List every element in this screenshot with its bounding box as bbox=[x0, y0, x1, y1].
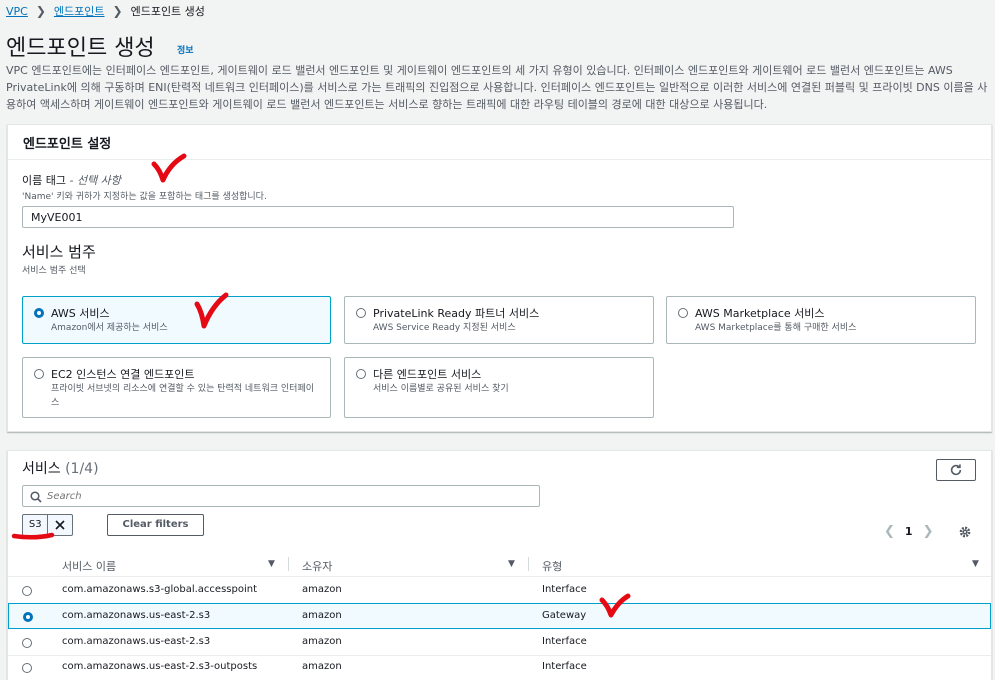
previous-page-icon[interactable]: ❮ bbox=[884, 524, 895, 539]
sort-down-icon[interactable]: ▼ bbox=[508, 559, 515, 569]
category-aws-marketplace[interactable]: AWS Marketplace 서비스 AWS Marketplace를 통해 … bbox=[666, 296, 976, 344]
radio-button[interactable] bbox=[34, 369, 44, 379]
cell-owner: amazon bbox=[302, 610, 342, 621]
cell-type: Interface bbox=[542, 584, 587, 595]
service-category-label: 서비스 범주 bbox=[22, 243, 96, 261]
row-radio[interactable] bbox=[22, 663, 32, 673]
radio-button[interactable] bbox=[34, 308, 44, 318]
radio-button[interactable] bbox=[678, 308, 688, 318]
table-row-selected[interactable]: com.amazonaws.us-east-2.s3 amazon Gatewa… bbox=[8, 603, 991, 629]
cell-service-name: com.amazonaws.us-east-2.s3-outposts bbox=[62, 661, 258, 672]
info-link[interactable]: 정보 bbox=[177, 43, 194, 56]
cell-type: Interface bbox=[542, 636, 587, 647]
sort-down-icon[interactable]: ▼ bbox=[268, 559, 275, 569]
column-divider[interactable] bbox=[528, 557, 529, 571]
service-category-hint: 서비스 범주 선택 bbox=[22, 266, 86, 276]
table-header: 서비스 이름 ▼ 소유자 ▼ 유형 ▼ bbox=[8, 553, 991, 577]
remove-filter-button[interactable] bbox=[48, 515, 72, 535]
page-title: 엔드포인트 생성 bbox=[6, 36, 155, 61]
table-row[interactable]: com.amazonaws.us-east-2.s3-outposts amaz… bbox=[8, 655, 991, 680]
cell-service-name: com.amazonaws.us-east-2.s3 bbox=[62, 636, 211, 647]
table-settings-button[interactable] bbox=[958, 524, 972, 543]
category-ec2-instance-connect[interactable]: EC2 인스턴스 연결 엔드포인트 프라이빗 서브넷의 리소스에 연결할 수 있… bbox=[22, 357, 331, 418]
services-title-text: 서비스 bbox=[22, 461, 61, 477]
name-tag-label: 이름 태그 - 선택 사항 bbox=[22, 172, 121, 188]
search-bar[interactable] bbox=[22, 485, 540, 507]
page-description: VPC 엔드포인트에는 인터페이스 엔드포인트, 게이트웨이 로드 밸런서 엔드… bbox=[6, 64, 988, 111]
radio-button[interactable] bbox=[356, 308, 366, 318]
tile-title: 다른 엔드포인트 서비스 bbox=[373, 368, 482, 381]
column-header-type[interactable]: 유형 bbox=[542, 558, 562, 574]
pagination: ❮ 1 ❯ bbox=[884, 524, 933, 539]
tile-title: EC2 인스턴스 연결 엔드포인트 bbox=[51, 368, 195, 381]
row-radio[interactable] bbox=[22, 586, 32, 596]
tile-description: 프라이빗 서브넷의 리소스에 연결할 수 있는 탄력적 네트워크 인터페이스 bbox=[51, 384, 315, 408]
tile-description: Amazon에서 제공하는 서비스 bbox=[51, 323, 168, 333]
chevron-right-icon: ❯ bbox=[35, 4, 46, 18]
category-aws-services[interactable]: AWS 서비스 Amazon에서 제공하는 서비스 bbox=[22, 296, 331, 344]
tile-title: AWS 서비스 bbox=[51, 307, 110, 320]
tile-title: AWS Marketplace 서비스 bbox=[695, 307, 825, 320]
chevron-right-icon: ❯ bbox=[112, 4, 123, 18]
page-number[interactable]: 1 bbox=[905, 525, 913, 538]
tile-description: AWS Marketplace를 통해 구매한 서비스 bbox=[695, 323, 857, 333]
cell-service-name: com.amazonaws.us-east-2.s3 bbox=[62, 610, 211, 621]
column-header-owner[interactable]: 소유자 bbox=[302, 558, 332, 574]
cell-owner: amazon bbox=[302, 661, 342, 672]
breadcrumb: VPC ❯ 엔드포인트 ❯ 엔드포인트 생성 bbox=[6, 3, 205, 19]
services-title: 서비스 (1/4) bbox=[22, 458, 99, 478]
category-privatelink-partner[interactable]: PrivateLink Ready 파트너 서비스 AWS Service Re… bbox=[344, 296, 654, 344]
cell-type: Interface bbox=[542, 661, 587, 672]
search-input[interactable] bbox=[47, 488, 527, 504]
close-icon bbox=[55, 520, 65, 530]
tile-title: PrivateLink Ready 파트너 서비스 bbox=[373, 307, 540, 320]
next-page-icon[interactable]: ❯ bbox=[923, 524, 934, 539]
table-row[interactable]: com.amazonaws.us-east-2.s3 amazon Interf… bbox=[8, 630, 991, 656]
cell-owner: amazon bbox=[302, 636, 342, 647]
services-count: (1/4) bbox=[65, 461, 99, 477]
breadcrumb-endpoints-link[interactable]: 엔드포인트 bbox=[54, 3, 105, 19]
row-radio[interactable] bbox=[23, 612, 33, 622]
panel-title: 엔드포인트 설정 bbox=[23, 137, 112, 152]
filter-token-label: S3 bbox=[23, 515, 49, 535]
name-tag-hint: 'Name' 키와 귀하가 지정하는 값을 포함하는 태그를 생성합니다. bbox=[22, 192, 267, 202]
category-other-endpoint-services[interactable]: 다른 엔드포인트 서비스 서비스 이름별로 공유된 서비스 찾기 bbox=[344, 357, 654, 418]
sort-down-icon[interactable]: ▼ bbox=[972, 559, 979, 569]
table-row[interactable]: com.amazonaws.s3-global.accesspoint amaz… bbox=[8, 578, 991, 604]
tile-description: AWS Service Ready 지정된 서비스 bbox=[373, 323, 516, 333]
cell-type: Gateway bbox=[542, 610, 587, 621]
cell-service-name: com.amazonaws.s3-global.accesspoint bbox=[62, 584, 257, 595]
optional-text: - 선택 사항 bbox=[65, 174, 121, 187]
clear-filters-button[interactable]: Clear filters bbox=[107, 514, 204, 536]
name-tag-input[interactable] bbox=[22, 206, 734, 228]
breadcrumb-current: 엔드포인트 생성 bbox=[130, 5, 205, 18]
panel-header: 엔드포인트 설정 bbox=[8, 125, 991, 160]
tile-description: 서비스 이름별로 공유된 서비스 찾기 bbox=[373, 384, 509, 394]
filter-token: S3 bbox=[22, 514, 73, 536]
name-tag-label-text: 이름 태그 bbox=[22, 174, 66, 187]
gear-icon bbox=[959, 526, 971, 538]
breadcrumb-vpc-link[interactable]: VPC bbox=[6, 5, 28, 18]
radio-button[interactable] bbox=[356, 369, 366, 379]
cell-owner: amazon bbox=[302, 584, 342, 595]
column-divider[interactable] bbox=[288, 557, 289, 571]
row-radio[interactable] bbox=[22, 638, 32, 648]
refresh-button[interactable] bbox=[936, 459, 976, 481]
column-header-service-name[interactable]: 서비스 이름 bbox=[62, 558, 116, 574]
refresh-icon bbox=[950, 464, 962, 476]
search-icon bbox=[30, 491, 42, 503]
